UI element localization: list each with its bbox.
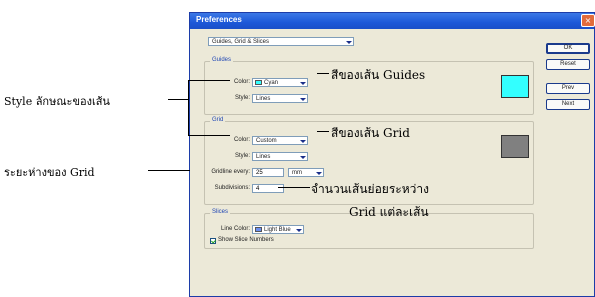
subdivisions-label: Subdivisions: (214, 185, 250, 191)
chevron-down-icon (295, 227, 302, 233)
subdivisions-input[interactable]: 4 (252, 184, 284, 193)
chevron-down-icon (299, 80, 306, 86)
guides-style-value: Lines (256, 96, 271, 102)
section-select-value: Guides, Grid & Slices (212, 39, 270, 45)
gridline-every-label: Gridline every: (211, 169, 250, 175)
gridline-unit-select[interactable]: mm (288, 168, 324, 177)
guides-color-pointer-line (317, 73, 329, 74)
close-button[interactable]: × (581, 14, 595, 27)
grid-color-label: Color: (233, 137, 250, 143)
show-slice-numbers-label[interactable]: Show Slice Numbers (218, 237, 274, 243)
grid-spacing-pointer-line (148, 170, 190, 171)
annotation-grid-color: สีของเส้น Grid (331, 126, 410, 140)
light-blue-swatch-icon (255, 227, 262, 232)
grid-style-value: Lines (256, 154, 271, 160)
annotation-grid-spacing: ระยะห่างของ Grid (4, 166, 95, 179)
reset-button[interactable]: Reset (546, 59, 590, 70)
grid-color-value: Custom (256, 138, 277, 144)
annotation-style: Style ลักษณะของเส้น (4, 95, 110, 108)
section-select[interactable]: Guides, Grid & Slices (208, 37, 354, 46)
style-bracket-line (188, 80, 190, 136)
chevron-down-icon (299, 138, 306, 144)
guides-group-label: Guides (210, 57, 234, 63)
gridline-every-input[interactable]: 25 (252, 168, 284, 177)
grid-color-select[interactable]: Custom (252, 136, 308, 145)
slice-line-color-value: Light Blue (264, 227, 291, 233)
guides-style-select[interactable]: Lines (252, 94, 308, 103)
cyan-swatch-icon (255, 80, 262, 85)
grid-color-pointer-line (317, 131, 329, 132)
chevron-down-icon (299, 96, 306, 102)
dialog-title: Preferences (196, 15, 242, 24)
title-bar[interactable]: Preferences × (190, 13, 595, 29)
gridline-every-value: 25 (256, 170, 263, 176)
ok-button[interactable]: OK (546, 43, 590, 54)
chevron-down-icon (299, 154, 306, 160)
prev-button[interactable]: Prev (546, 83, 590, 94)
chevron-down-icon (315, 170, 322, 176)
slice-line-color-label: Line Color: (220, 226, 250, 232)
show-slice-numbers-checkbox[interactable] (210, 238, 216, 244)
grid-style-label: Style: (234, 153, 250, 159)
slices-group-label: Slices (210, 209, 231, 215)
style-pointer-line (168, 99, 188, 100)
annotation-subdivisions-2: Grid แต่ละเส้น (349, 205, 429, 219)
annotation-guides-color: สีของเส้น Guides (331, 68, 426, 82)
guides-color-select[interactable]: Cyan (252, 78, 308, 87)
subdivisions-pointer-line (278, 187, 310, 188)
gridline-unit-value: mm (292, 170, 302, 176)
grid-style-select[interactable]: Lines (252, 152, 308, 161)
grid-group-label: Grid (210, 117, 226, 123)
style-bracket-bottom (188, 135, 230, 136)
style-bracket-top (188, 80, 230, 81)
guides-color-value: Cyan (264, 80, 279, 86)
annotation-subdivisions-1: จำนวนเส้นย่อยระหว่าง (311, 182, 429, 196)
slice-line-color-select[interactable]: Light Blue (252, 225, 304, 234)
next-button[interactable]: Next (546, 99, 590, 110)
grid-color-swatch[interactable] (501, 135, 529, 158)
subdivisions-value: 4 (256, 186, 260, 192)
guides-color-swatch[interactable] (501, 75, 529, 98)
guides-style-label: Style: (234, 95, 250, 101)
preferences-dialog: Preferences × Guides, Grid & Slices Guid… (189, 12, 595, 297)
chevron-down-icon (345, 39, 352, 45)
